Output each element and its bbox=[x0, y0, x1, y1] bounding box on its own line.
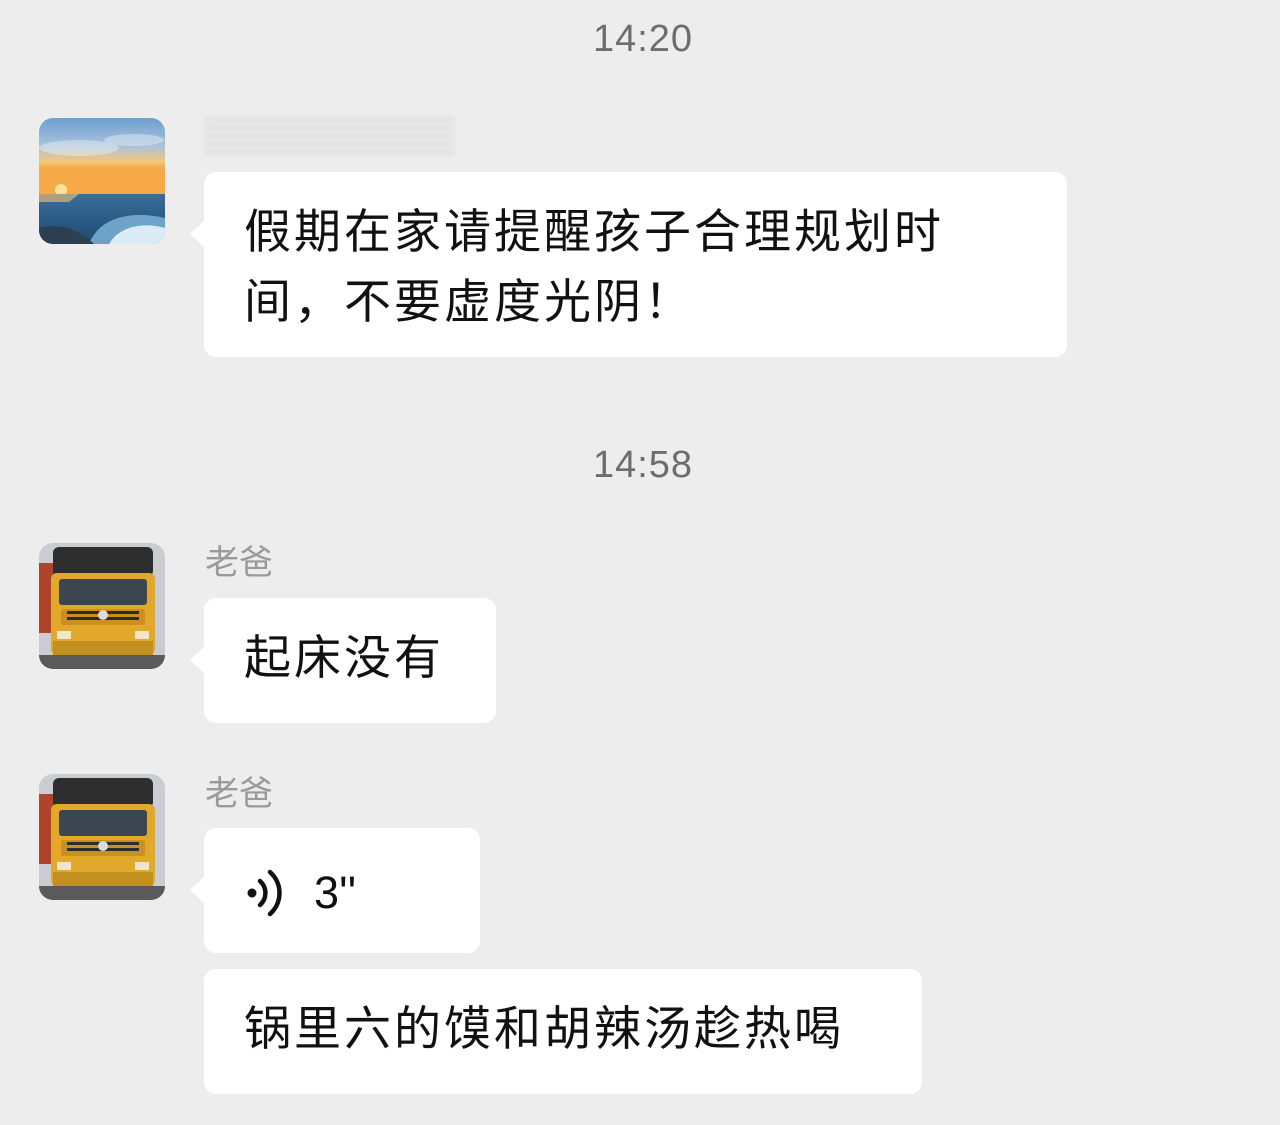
message-text: 假期在家请提醒孩子合理规划时间，不要虚度光阴！ bbox=[244, 205, 944, 330]
timestamp: 14:58 bbox=[592, 444, 694, 486]
message-bubble[interactable]: 锅里六的馍和胡辣汤趁热喝 bbox=[204, 969, 922, 1094]
voice-duration: 3'' bbox=[314, 867, 357, 918]
sender-name-redacted bbox=[204, 118, 454, 158]
message-text: 起床没有 bbox=[244, 631, 444, 686]
timestamp: 14:20 bbox=[592, 18, 694, 60]
voice-message[interactable]: 3'' bbox=[244, 858, 440, 928]
truck-icon bbox=[39, 774, 165, 900]
truck-avatar[interactable] bbox=[39, 774, 165, 900]
truck-avatar[interactable] bbox=[39, 543, 165, 669]
voice-wave-icon bbox=[247, 869, 282, 917]
chat-window: 14:20 假期在家请提醒孩子合理规划时间，不要虚度光阴！ 14:58 老爸 起… bbox=[0, 0, 1280, 1125]
message-bubble[interactable]: 假期在家请提醒孩子合理规划时间，不要虚度光阴！ bbox=[190, 172, 1067, 357]
sunset-avatar[interactable] bbox=[39, 118, 165, 244]
sunset-ocean-icon bbox=[39, 118, 165, 244]
sender-name: 老爸 bbox=[205, 543, 273, 583]
truck-icon bbox=[39, 543, 165, 669]
message-bubble[interactable]: 起床没有 bbox=[190, 598, 496, 723]
message-text: 锅里六的馍和胡辣汤趁热喝 bbox=[244, 1002, 844, 1057]
sender-name: 老爸 bbox=[205, 774, 273, 814]
voice-message-bubble[interactable]: 3'' bbox=[190, 828, 480, 953]
